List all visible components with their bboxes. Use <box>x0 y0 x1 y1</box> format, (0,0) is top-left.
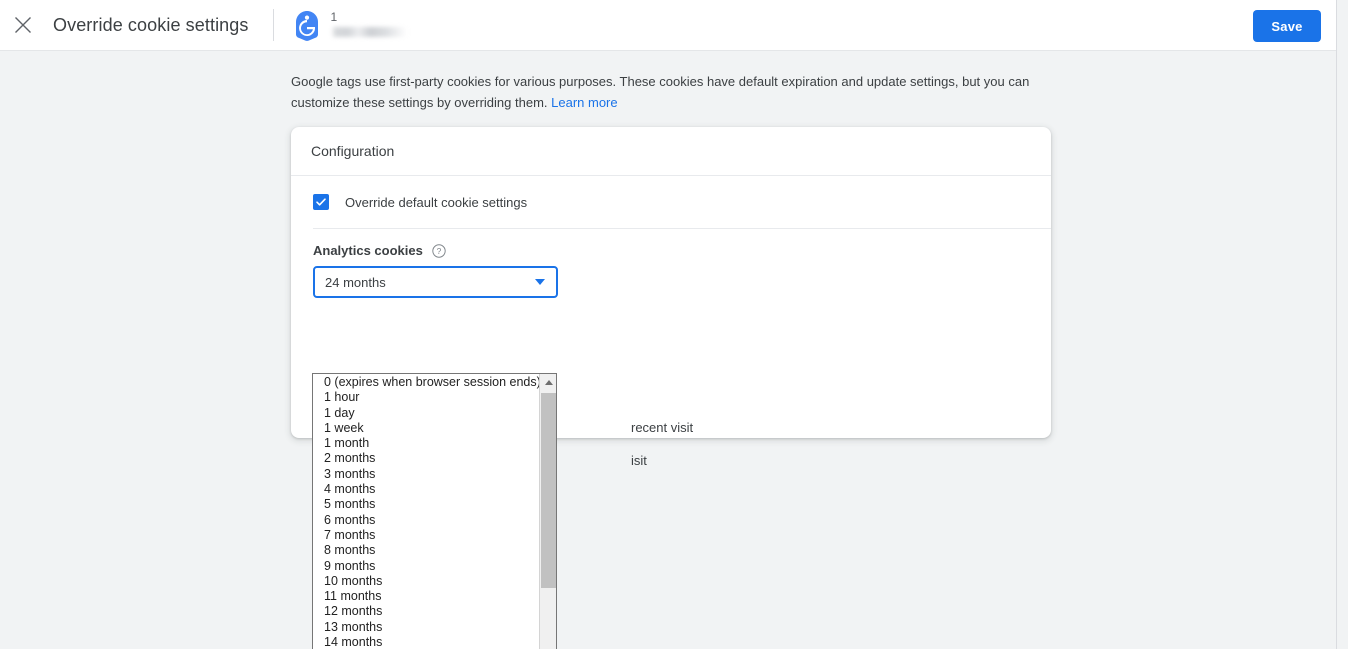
svg-text:?: ? <box>436 246 441 256</box>
dropdown-option[interactable]: 5 months <box>313 497 539 512</box>
scroll-up-button[interactable] <box>540 374 556 391</box>
dropdown-option[interactable]: 3 months <box>313 467 539 482</box>
dropdown-option[interactable]: 1 month <box>313 436 539 451</box>
dropdown-scrollbar[interactable] <box>539 374 556 649</box>
dropdown-option[interactable]: 0 (expires when browser session ends) <box>313 375 539 390</box>
card-header: Configuration <box>291 127 1051 176</box>
override-default-cookie-settings-checkbox[interactable] <box>313 194 329 210</box>
dropdown-option[interactable]: 4 months <box>313 482 539 497</box>
cookie-expiration-selected-value: 24 months <box>325 274 386 290</box>
learn-more-link[interactable]: Learn more <box>551 95 617 110</box>
analytics-cookies-title: Analytics cookies <box>313 243 423 258</box>
dropdown-option[interactable]: 6 months <box>313 513 539 528</box>
tag-meta: 1 <box>330 10 407 37</box>
save-button[interactable]: Save <box>1253 10 1321 42</box>
tag-summary[interactable]: 1 <box>293 8 407 42</box>
override-cookie-settings-page: Override cookie settings 1 Save Google t… <box>0 0 1348 649</box>
tag-name-redacted <box>330 27 407 37</box>
obscured-option-row-b: isit <box>631 453 647 468</box>
dropdown-option[interactable]: 9 months <box>313 559 539 574</box>
obscured-option-row-a: recent visit <box>631 420 694 435</box>
dropdown-options[interactable]: 0 (expires when browser session ends) 1 h… <box>313 374 539 649</box>
page-title: Override cookie settings <box>53 14 249 35</box>
scrollbar-thumb[interactable] <box>541 393 556 588</box>
dropdown-option[interactable]: 13 months <box>313 620 539 635</box>
page-header: Override cookie settings 1 Save <box>0 0 1336 51</box>
dropdown-option[interactable]: 10 months <box>313 574 539 589</box>
dropdown-option[interactable]: 8 months <box>313 543 539 558</box>
dropdown-option[interactable]: 1 week <box>313 421 539 436</box>
dropdown-option[interactable]: 12 months <box>313 604 539 619</box>
analytics-help-circle-icon[interactable]: ? <box>432 243 446 258</box>
intro-text: Google tags use first-party cookies for … <box>291 74 1030 110</box>
page-body: Google tags use first-party cookies for … <box>0 51 1336 649</box>
dropdown-option[interactable]: 11 months <box>313 589 539 604</box>
cookie-expiration-dropdown-list[interactable]: 0 (expires when browser session ends) 1 h… <box>312 373 557 649</box>
header-divider <box>272 9 274 41</box>
cookie-expiration-select[interactable]: 24 months <box>313 266 558 298</box>
override-checkbox-label: Override default cookie settings <box>345 194 528 210</box>
google-tag-icon <box>293 10 321 42</box>
override-checkbox-row[interactable]: Override default cookie settings <box>291 176 1051 228</box>
dropdown-option[interactable]: 1 day <box>313 406 539 421</box>
dropdown-option[interactable]: 14 months <box>313 635 539 649</box>
close-icon <box>14 16 32 34</box>
card-title: Configuration <box>311 143 395 159</box>
intro-description: Google tags use first-party cookies for … <box>291 71 1036 113</box>
tag-count: 1 <box>330 10 338 24</box>
chevron-down-icon <box>535 279 545 285</box>
dropdown-option[interactable]: 2 months <box>313 451 539 466</box>
triangle-up-icon <box>544 380 553 385</box>
panel-outside-area <box>1337 0 1348 649</box>
analytics-title-row: Analytics cookies ? <box>313 243 1051 258</box>
dropdown-option[interactable]: 7 months <box>313 528 539 543</box>
checkmark-icon <box>315 196 327 208</box>
dropdown-option[interactable]: 1 hour <box>313 390 539 405</box>
close-button[interactable] <box>3 5 43 45</box>
